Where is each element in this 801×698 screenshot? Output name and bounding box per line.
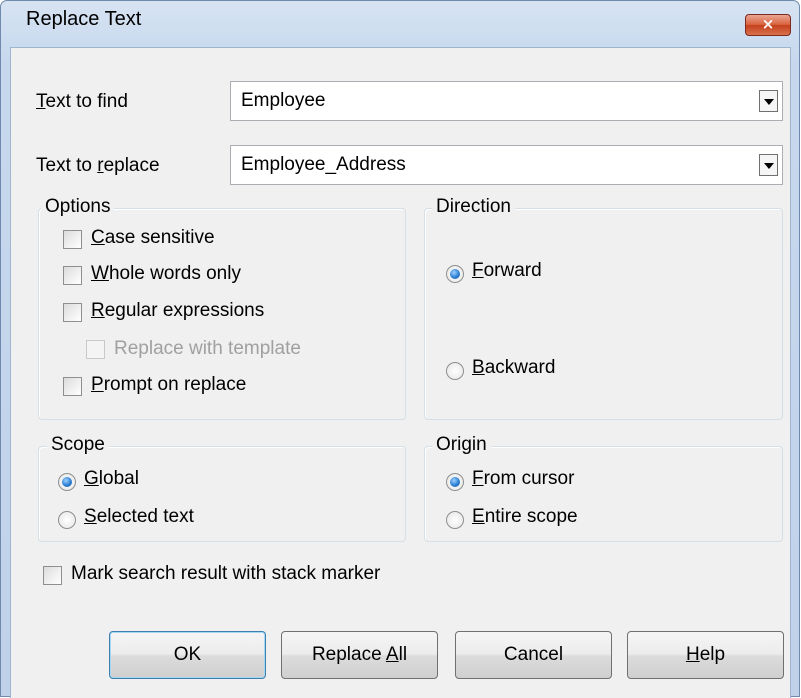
whole-words-checkbox[interactable] (63, 266, 82, 285)
replace-with-template-checkbox[interactable] (86, 340, 105, 359)
case-sensitive-checkbox[interactable] (63, 230, 82, 249)
text-to-replace-label: Text to replace (36, 155, 160, 176)
stack-marker-checkbox[interactable] (43, 566, 62, 585)
replace-all-button[interactable]: Replace All (281, 631, 438, 679)
direction-group-title: Direction (432, 196, 515, 218)
entire-scope-radio[interactable] (446, 511, 464, 529)
forward-label[interactable]: Forward (472, 260, 542, 282)
case-sensitive-label[interactable]: Case sensitive (91, 227, 215, 249)
regular-expressions-label[interactable]: Regular expressions (91, 300, 264, 322)
text-to-replace-combobox[interactable]: Employee_Address (230, 145, 783, 185)
dialog-title: Replace Text (26, 8, 142, 30)
text-to-find-combobox[interactable]: Employee (230, 81, 783, 121)
replace-with-template-label: Replace with template (114, 338, 301, 359)
chevron-down-icon[interactable] (759, 90, 778, 112)
from-cursor-label[interactable]: From cursor (472, 468, 574, 490)
backward-label[interactable]: Backward (472, 357, 555, 379)
whole-words-label[interactable]: Whole words only (91, 263, 241, 285)
regular-expressions-checkbox[interactable] (63, 303, 82, 322)
from-cursor-radio[interactable] (446, 473, 464, 491)
prompt-on-replace-checkbox[interactable] (63, 377, 82, 396)
global-radio[interactable] (58, 473, 76, 491)
stack-marker-label[interactable]: Mark search result with stack marker (71, 563, 380, 585)
forward-radio[interactable] (446, 265, 464, 283)
ok-button[interactable]: OK (109, 631, 266, 679)
text-to-find-value: Employee (241, 90, 326, 111)
text-to-find-label: Text to find (36, 91, 128, 112)
backward-radio[interactable] (446, 362, 464, 380)
scope-group-title: Scope (47, 434, 109, 456)
entire-scope-label[interactable]: Entire scope (472, 506, 578, 528)
title-bar[interactable]: Replace Text × (1, 1, 801, 47)
origin-group-title: Origin (432, 434, 491, 456)
close-icon: × (761, 15, 775, 33)
global-label[interactable]: Global (84, 468, 139, 490)
cancel-button[interactable]: Cancel (455, 631, 612, 679)
direction-group (424, 208, 783, 420)
dialog-client-area: Text to find Employee Text to replace Em… (10, 47, 791, 698)
close-button[interactable]: × (745, 14, 791, 36)
chevron-down-icon[interactable] (759, 154, 778, 176)
text-to-replace-value: Employee_Address (241, 154, 406, 175)
replace-text-dialog: Replace Text × Text to find Employee Tex… (0, 0, 801, 698)
help-button[interactable]: Help (627, 631, 784, 679)
options-group-title: Options (41, 196, 115, 218)
selected-text-label[interactable]: Selected text (84, 506, 194, 528)
selected-text-radio[interactable] (58, 511, 76, 529)
prompt-on-replace-label[interactable]: Prompt on replace (91, 374, 246, 396)
